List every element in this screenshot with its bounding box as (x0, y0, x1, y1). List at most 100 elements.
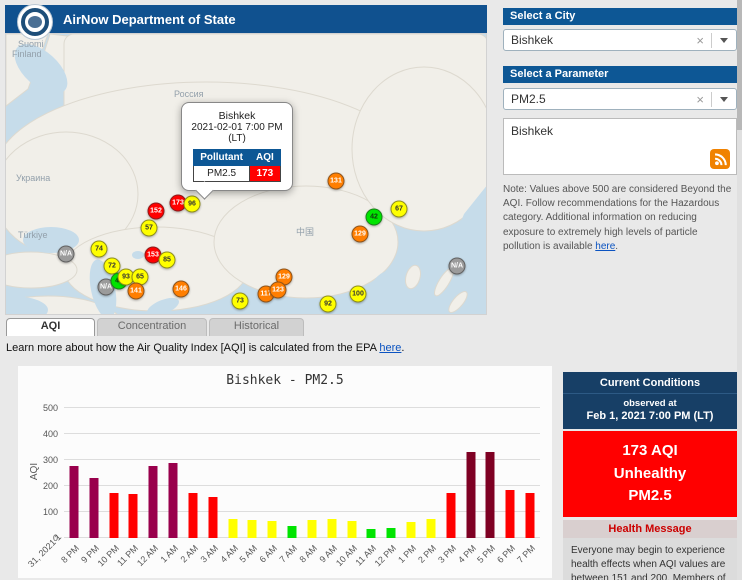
x-tick-label: 12 AM (135, 543, 160, 568)
dos-seal-logo (17, 4, 53, 40)
parameter-select-value: PM2.5 (511, 92, 546, 106)
aqi-map[interactable]: SuomiFinlandРоссияУкраинаTürkiye中国 13115… (5, 33, 487, 315)
chart-plot: 0100200300400500 (64, 408, 540, 538)
note-here-link[interactable]: here (595, 241, 615, 252)
y-tick-label: 500 (30, 403, 58, 413)
tab-historical[interactable]: Historical (209, 318, 304, 336)
aqi-summary-box: 173 AQI Unhealthy PM2.5 (563, 431, 737, 517)
gridline (64, 433, 540, 434)
chevron-down-icon[interactable] (720, 38, 728, 43)
popup-col-aqi: AQI (250, 150, 281, 166)
map-country-label: Finland (12, 49, 42, 59)
aqi-bar (426, 519, 435, 539)
aqi-marker[interactable]: 100 (350, 286, 367, 303)
aqi-value: 173 AQI (563, 440, 737, 463)
aqi-marker[interactable]: 131 (328, 173, 345, 190)
epa-here-link[interactable]: here (379, 342, 401, 354)
aqi-bar (407, 522, 416, 538)
popup-datetime: 2021-02-01 7:00 PM (187, 122, 287, 133)
aqi-marker[interactable]: 96 (184, 196, 201, 213)
aqi-parameter: PM2.5 (563, 485, 737, 508)
y-tick-label: 400 (30, 429, 58, 439)
aqi-marker[interactable]: 74 (91, 241, 108, 258)
aqi-bar (248, 520, 257, 538)
y-axis-label: AQI (29, 463, 40, 480)
popup-city: Bishkek (187, 110, 287, 122)
aqi-bar (89, 478, 98, 538)
page-scrollbar[interactable] (737, 0, 742, 580)
aqi-bar (268, 521, 277, 538)
aqi-chart: Bishkek - PM2.5 AQI 0100200300400500 8 P… (18, 366, 552, 578)
x-tick-label: 2 AM (178, 543, 200, 565)
map-country-label: Türkiye (18, 230, 48, 240)
aqi-bar (109, 493, 118, 539)
aqi-bar (327, 519, 336, 538)
x-tick-label: 6 AM (258, 543, 280, 565)
map-country-label: Украина (16, 173, 50, 183)
x-tick-label: 2 PM (416, 543, 438, 565)
aqi-bar (347, 521, 356, 538)
aqi-marker[interactable]: 67 (391, 201, 408, 218)
feed-city-label: Bishkek (504, 119, 736, 143)
feed-box: Bishkek (503, 118, 737, 175)
x-tick-label: 10 AM (334, 543, 359, 568)
aqi-bar (69, 466, 78, 538)
popup-pollutant-value: PM2.5 (194, 166, 250, 182)
x-tick-label: 3 AM (198, 543, 220, 565)
current-conditions-panel: Current Conditions observed at Feb 1, 20… (563, 372, 737, 580)
tab-aqi[interactable]: AQI (6, 318, 95, 336)
aqi-marker[interactable]: N/A (449, 258, 466, 275)
select-city-header: Select a City (503, 8, 737, 25)
aqi-marker[interactable]: 57 (141, 220, 158, 237)
aqi-marker[interactable]: 73 (232, 293, 249, 310)
clear-parameter-icon[interactable]: × (689, 92, 712, 107)
x-tick-label: 5 AM (238, 543, 260, 565)
x-tick-label: 7 PM (515, 543, 537, 565)
aqi-bar (466, 452, 475, 538)
tab-bar: AQIConcentrationHistorical (6, 318, 304, 336)
aqi-bar (188, 493, 197, 539)
aqi-bar (367, 529, 376, 538)
x-tick-label: 4 PM (456, 543, 478, 565)
app-title: AirNow Department of State (63, 12, 236, 27)
parameter-select[interactable]: PM2.5 × (503, 88, 737, 110)
aqi-bar (506, 490, 515, 538)
aqi-marker[interactable]: 42 (366, 209, 383, 226)
popup-table: Pollutant AQI PM2.5 173 (193, 149, 281, 182)
aqi-marker[interactable]: N/A (58, 246, 75, 263)
aqi-marker[interactable]: 123 (270, 282, 287, 299)
rss-icon (713, 152, 728, 167)
rss-feed-button[interactable] (710, 149, 730, 169)
aqi-marker[interactable]: 85 (159, 252, 176, 269)
aqi-marker[interactable]: 92 (320, 296, 337, 313)
clear-city-icon[interactable]: × (689, 33, 712, 48)
city-select[interactable]: Bishkek × (503, 29, 737, 51)
aqi-marker[interactable]: 152 (148, 203, 165, 220)
y-tick-label: 300 (30, 455, 58, 465)
select-parameter-header: Select a Parameter (503, 66, 737, 83)
current-conditions-header: Current Conditions observed at Feb 1, 20… (563, 372, 737, 429)
tab-concentration[interactable]: Concentration (97, 318, 207, 336)
dos-seal-emblem-icon (21, 8, 49, 36)
aqi-bar (129, 494, 138, 538)
gridline (64, 407, 540, 408)
aqi-bar (169, 463, 178, 538)
aqi-bar (526, 493, 535, 538)
aqi-marker[interactable]: 129 (352, 226, 369, 243)
aqi-marker[interactable]: 146 (173, 281, 190, 298)
learn-more-text: Learn more about how the Air Quality Ind… (6, 342, 404, 354)
aqi-bar (149, 466, 158, 538)
x-tick-label: 3 PM (436, 543, 458, 565)
x-tick-label: 1 AM (159, 543, 181, 565)
chevron-down-icon[interactable] (720, 97, 728, 102)
aqi-marker[interactable]: 141 (128, 283, 145, 300)
x-tick-label: 5 PM (476, 543, 498, 565)
observed-at-label: observed at (563, 394, 737, 409)
x-tick-label: 4 AM (218, 543, 240, 565)
map-country-label: Россия (174, 89, 204, 99)
x-tick-label: 1 PM (396, 543, 418, 565)
current-conditions-title: Current Conditions (563, 372, 737, 394)
x-tick-label: 12 PM (373, 543, 398, 568)
app-header: AirNow Department of State (5, 5, 487, 33)
city-select-value: Bishkek (511, 33, 553, 47)
